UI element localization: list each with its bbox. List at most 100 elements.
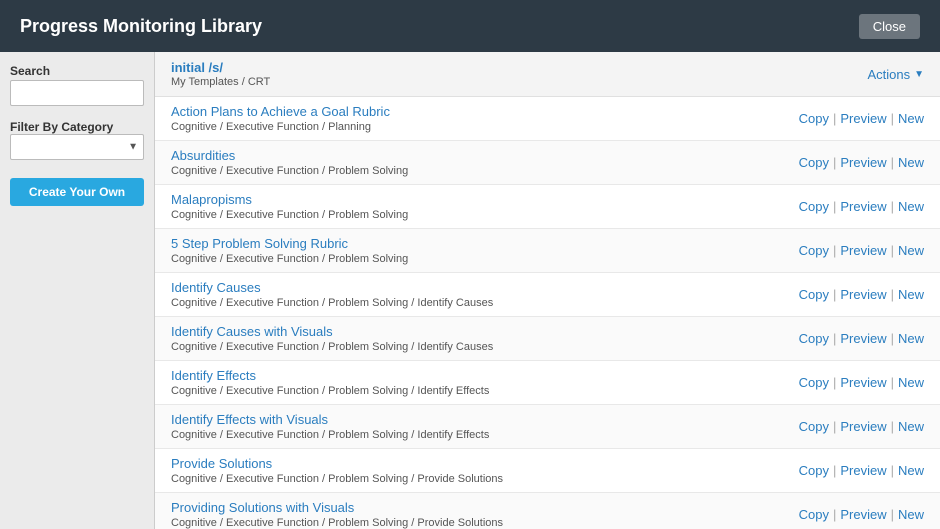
modal-body: Search Filter By Category ▼ Create Your …	[0, 52, 940, 529]
item-category: Cognitive / Executive Function / Problem…	[171, 473, 503, 485]
copy-link[interactable]: Copy	[799, 155, 829, 170]
chevron-down-icon: ▼	[914, 69, 924, 80]
item-actions: Copy | Preview | New	[799, 243, 924, 258]
modal-title: Progress Monitoring Library	[20, 16, 262, 37]
new-link[interactable]: New	[898, 155, 924, 170]
copy-link[interactable]: Copy	[799, 331, 829, 346]
item-actions: Copy | Preview | New	[799, 419, 924, 434]
copy-link[interactable]: Copy	[799, 287, 829, 302]
item-left: Absurdities Cognitive / Executive Functi…	[171, 148, 408, 177]
separator: |	[891, 331, 894, 346]
separator: |	[833, 287, 836, 302]
preview-link[interactable]: Preview	[840, 375, 886, 390]
new-link[interactable]: New	[898, 243, 924, 258]
new-link[interactable]: New	[898, 375, 924, 390]
item-name[interactable]: Identify Effects	[171, 368, 489, 383]
separator: |	[891, 111, 894, 126]
item-actions: Copy | Preview | New	[799, 507, 924, 522]
preview-link[interactable]: Preview	[840, 331, 886, 346]
separator: |	[891, 419, 894, 434]
item-actions: Copy | Preview | New	[799, 375, 924, 390]
item-name[interactable]: Identify Causes with Visuals	[171, 324, 493, 339]
new-link[interactable]: New	[898, 287, 924, 302]
separator: |	[891, 375, 894, 390]
list-item: Identify Effects Cognitive / Executive F…	[155, 361, 940, 405]
item-category: Cognitive / Executive Function / Problem…	[171, 517, 503, 529]
separator: |	[833, 155, 836, 170]
item-category: Cognitive / Executive Function / Problem…	[171, 385, 489, 397]
item-actions: Copy | Preview | New	[799, 111, 924, 126]
list-item: Provide Solutions Cognitive / Executive …	[155, 449, 940, 493]
search-input[interactable]	[10, 80, 144, 106]
item-category: Cognitive / Executive Function / Problem…	[171, 253, 408, 265]
content-area: initial /s/ My Templates / CRT Actions ▼…	[155, 52, 940, 529]
copy-link[interactable]: Copy	[799, 111, 829, 126]
list-item: Absurdities Cognitive / Executive Functi…	[155, 141, 940, 185]
list-item: Providing Solutions with Visuals Cogniti…	[155, 493, 940, 529]
new-link[interactable]: New	[898, 507, 924, 522]
item-left: Identify Effects Cognitive / Executive F…	[171, 368, 489, 397]
separator: |	[833, 507, 836, 522]
item-category: Cognitive / Executive Function / Problem…	[171, 297, 493, 309]
preview-link[interactable]: Preview	[840, 155, 886, 170]
separator: |	[833, 243, 836, 258]
separator: |	[833, 463, 836, 478]
list-item: Identify Causes with Visuals Cognitive /…	[155, 317, 940, 361]
actions-button[interactable]: Actions ▼	[867, 67, 924, 82]
preview-link[interactable]: Preview	[840, 507, 886, 522]
new-link[interactable]: New	[898, 111, 924, 126]
item-left: Providing Solutions with Visuals Cogniti…	[171, 500, 503, 529]
item-left: Identify Causes Cognitive / Executive Fu…	[171, 280, 493, 309]
filter-section: Filter By Category ▼	[10, 116, 144, 160]
preview-link[interactable]: Preview	[840, 287, 886, 302]
new-link[interactable]: New	[898, 463, 924, 478]
preview-link[interactable]: Preview	[840, 111, 886, 126]
item-name[interactable]: Absurdities	[171, 148, 408, 163]
new-link[interactable]: New	[898, 199, 924, 214]
list-header-row: initial /s/ My Templates / CRT Actions ▼	[155, 52, 940, 97]
filter-select[interactable]	[10, 134, 144, 160]
item-name[interactable]: Identify Effects with Visuals	[171, 412, 489, 427]
list-item: Identify Causes Cognitive / Executive Fu…	[155, 273, 940, 317]
item-name[interactable]: Action Plans to Achieve a Goal Rubric	[171, 104, 390, 119]
preview-link[interactable]: Preview	[840, 463, 886, 478]
search-label: Search	[10, 64, 144, 78]
new-link[interactable]: New	[898, 419, 924, 434]
separator: |	[833, 375, 836, 390]
copy-link[interactable]: Copy	[799, 375, 829, 390]
preview-link[interactable]: Preview	[840, 199, 886, 214]
list-header-title[interactable]: initial /s/	[171, 60, 270, 75]
copy-link[interactable]: Copy	[799, 463, 829, 478]
item-name[interactable]: Provide Solutions	[171, 456, 503, 471]
preview-link[interactable]: Preview	[840, 419, 886, 434]
sidebar: Search Filter By Category ▼ Create Your …	[0, 52, 155, 529]
create-your-own-button[interactable]: Create Your Own	[10, 178, 144, 206]
item-actions: Copy | Preview | New	[799, 287, 924, 302]
copy-link[interactable]: Copy	[799, 507, 829, 522]
copy-link[interactable]: Copy	[799, 243, 829, 258]
item-name[interactable]: Providing Solutions with Visuals	[171, 500, 503, 515]
item-category: Cognitive / Executive Function / Problem…	[171, 341, 493, 353]
copy-link[interactable]: Copy	[799, 419, 829, 434]
item-left: Malapropisms Cognitive / Executive Funct…	[171, 192, 408, 221]
item-left: Action Plans to Achieve a Goal Rubric Co…	[171, 104, 390, 133]
filter-label: Filter By Category	[10, 120, 144, 134]
filter-select-wrapper: ▼	[10, 134, 144, 160]
item-name[interactable]: Identify Causes	[171, 280, 493, 295]
list-item: Malapropisms Cognitive / Executive Funct…	[155, 185, 940, 229]
item-actions: Copy | Preview | New	[799, 463, 924, 478]
new-link[interactable]: New	[898, 331, 924, 346]
separator: |	[891, 507, 894, 522]
close-button[interactable]: Close	[859, 14, 920, 39]
separator: |	[891, 463, 894, 478]
item-category: Cognitive / Executive Function / Problem…	[171, 165, 408, 177]
preview-link[interactable]: Preview	[840, 243, 886, 258]
copy-link[interactable]: Copy	[799, 199, 829, 214]
separator: |	[833, 419, 836, 434]
item-name[interactable]: Malapropisms	[171, 192, 408, 207]
item-left: Identify Causes with Visuals Cognitive /…	[171, 324, 493, 353]
item-name[interactable]: 5 Step Problem Solving Rubric	[171, 236, 408, 251]
list-header-breadcrumb: My Templates / CRT	[171, 76, 270, 88]
actions-label: Actions	[867, 67, 910, 82]
separator: |	[891, 243, 894, 258]
